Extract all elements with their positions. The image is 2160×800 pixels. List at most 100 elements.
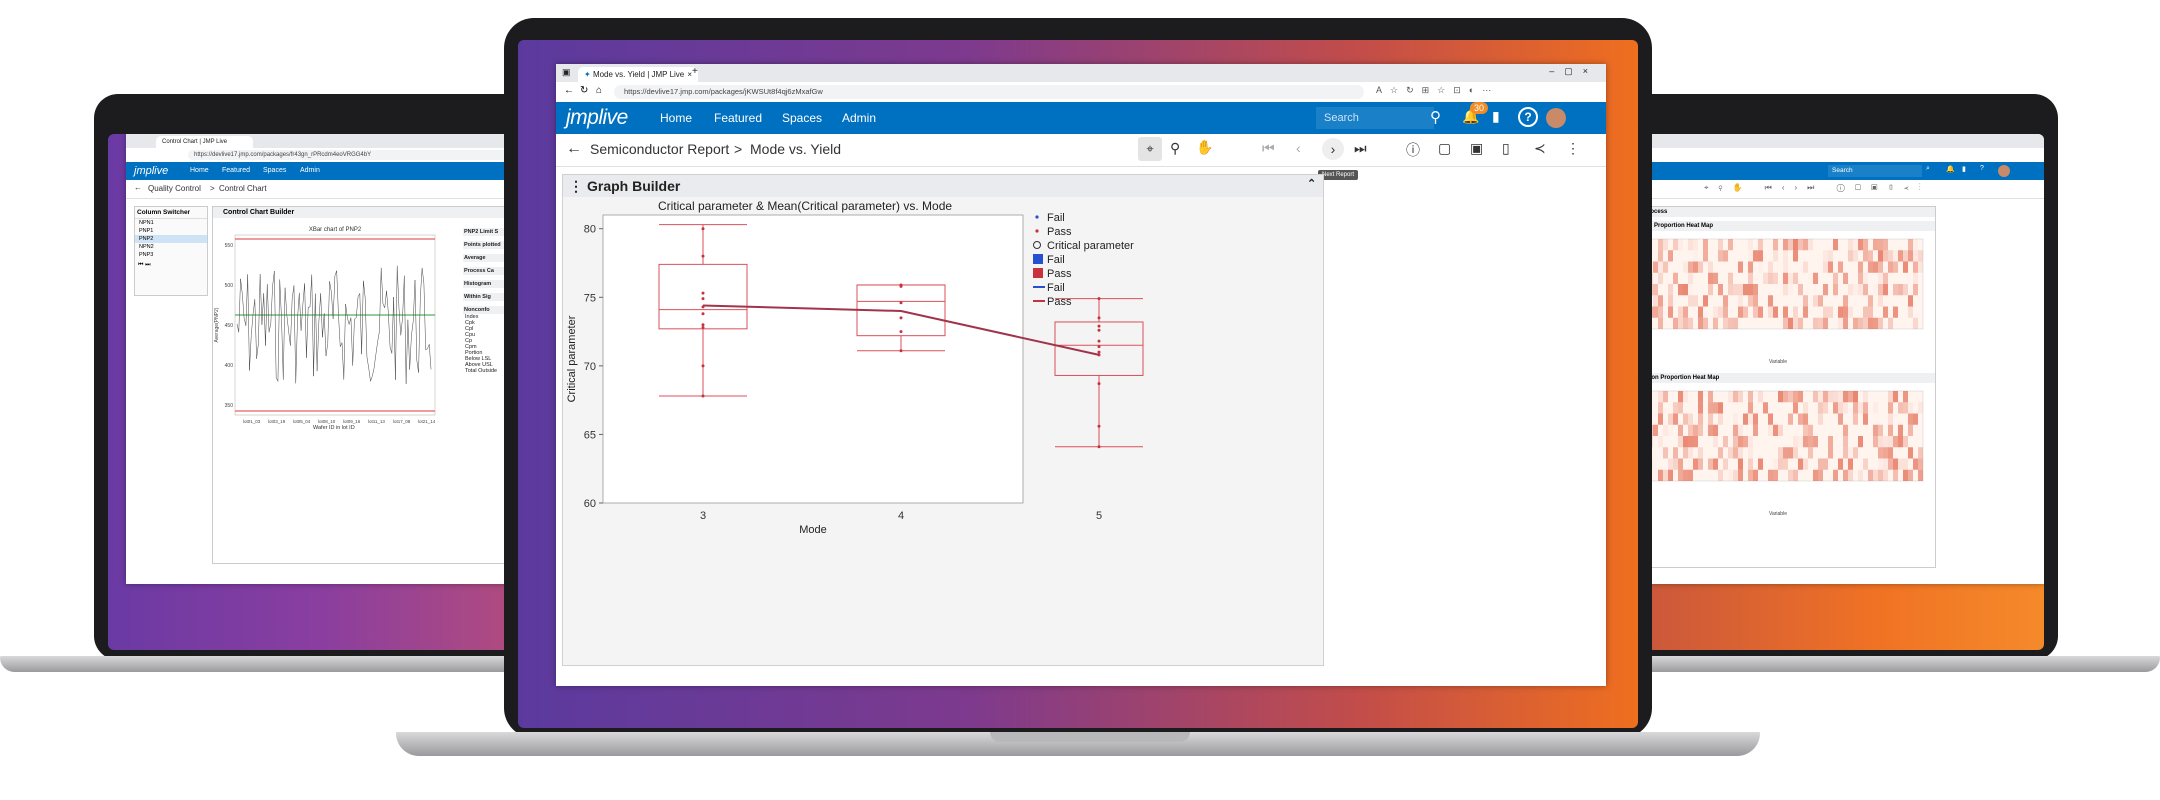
right-avatar[interactable] <box>1998 165 2010 177</box>
column-list-item[interactable]: PNP2 <box>135 235 207 243</box>
heatmap-cell <box>1688 436 1693 448</box>
browser-back-icon[interactable]: ← <box>564 85 574 96</box>
search-icon[interactable]: ⚲ <box>1430 108 1441 126</box>
heatmap-cell <box>1743 413 1748 425</box>
heatmap-cell <box>1708 261 1713 273</box>
search-input[interactable]: Search <box>1316 107 1434 129</box>
left-laptop-lid: Control Chart | JMP Live https://devlive… <box>94 94 534 660</box>
next-report-icon[interactable]: › <box>1322 138 1344 160</box>
right-search-icon[interactable]: ⌕ <box>1926 165 1930 173</box>
column-switcher-controls[interactable]: ⏮ ⏭ <box>138 262 204 269</box>
user-avatar[interactable] <box>1546 108 1566 128</box>
heatmap-cell <box>1693 458 1698 470</box>
present-icon[interactable]: ▣ <box>1470 140 1483 157</box>
left-breadcrumb-parent[interactable]: Quality Control <box>148 184 201 193</box>
panel-menu-icon[interactable]: ⋮ <box>569 178 583 195</box>
heatmap-cell <box>1723 458 1728 470</box>
y-tick-label: 60 <box>584 498 596 510</box>
heatmap-cell <box>1708 424 1713 436</box>
zoom-icon[interactable]: ⚲ <box>1170 140 1180 157</box>
left-nav-featured[interactable]: Featured <box>222 167 250 174</box>
heatmap-cell <box>1793 447 1798 459</box>
heatmap-cell <box>1683 284 1688 296</box>
heatmap-cell <box>1913 272 1918 284</box>
heatmap-cell <box>1808 273 1813 284</box>
browser-extension-icons[interactable]: A☆↻⊞☆⊡◐⋯ <box>1376 85 1499 96</box>
heatmap-cell <box>1873 402 1878 414</box>
heatmap-cell <box>1898 284 1903 296</box>
xbar-x-tick-label: lot03_19 <box>268 419 286 424</box>
info-icon[interactable]: ⓘ <box>1406 140 1420 160</box>
bookmarks-icon[interactable]: ▮ <box>1492 108 1500 125</box>
last-report-icon[interactable]: ⏭ <box>1354 140 1367 157</box>
hand-tool-icon[interactable]: ✋ <box>1196 139 1213 156</box>
left-back-icon[interactable]: ← <box>134 183 142 192</box>
column-list-item[interactable]: PNP3 <box>135 251 207 259</box>
data-point <box>1097 382 1101 386</box>
heatmap-cell <box>1878 317 1883 329</box>
heatmap-cell <box>1738 458 1743 470</box>
more-icon[interactable]: ⋮ <box>1566 140 1580 157</box>
heatmap-cell <box>1663 391 1668 403</box>
window-controls[interactable]: –▢× <box>1549 66 1598 77</box>
heatmap-cell <box>1673 272 1678 284</box>
heatmap-cell <box>1688 459 1693 470</box>
heatmap-cell <box>1668 458 1673 470</box>
left-url-field[interactable]: https://devlive17.jmp.com/packages/fr43g… <box>188 150 530 160</box>
back-icon[interactable]: ← <box>566 140 582 158</box>
main-tab[interactable]: ✦ Mode vs. Yield | JMP Live × <box>578 67 698 82</box>
collapse-icon[interactable]: ⌃ <box>1307 177 1316 190</box>
column-list-item[interactable]: NPN1 <box>135 219 207 227</box>
data-point <box>1097 345 1101 349</box>
nav-home[interactable]: Home <box>660 111 692 125</box>
browser-home-icon[interactable]: ⌂ <box>596 85 602 96</box>
help-icon[interactable]: ? <box>1518 107 1538 127</box>
report-toolbar: ← Semiconductor Report > Mode vs. Yield … <box>556 134 1606 167</box>
right-top-nav: Search ⌕ 🔔 ▮ ? <box>1624 162 2044 180</box>
data-point <box>899 349 903 353</box>
heatmap-cell <box>1893 469 1898 481</box>
left-nav-home[interactable]: Home <box>190 167 209 174</box>
heatmap-cell <box>1823 306 1828 318</box>
comments-icon[interactable]: ▢ <box>1438 140 1451 157</box>
heatmap-cell <box>1883 306 1888 318</box>
heatmap-cell <box>1828 391 1833 403</box>
left-tab[interactable]: Control Chart | JMP Live <box>156 136 253 148</box>
first-report-icon[interactable]: ⏮ <box>1262 140 1275 157</box>
previous-report-icon[interactable]: ‹ <box>1296 140 1301 156</box>
right-notification-icon[interactable]: 🔔 <box>1946 165 1955 173</box>
new-tab-icon[interactable]: + <box>692 66 698 77</box>
data-point <box>1097 324 1101 328</box>
left-nav-admin[interactable]: Admin <box>300 167 320 174</box>
nav-admin[interactable]: Admin <box>842 111 876 125</box>
left-nav-spaces[interactable]: Spaces <box>263 167 286 174</box>
window-menu-icon[interactable]: ▣ <box>562 67 571 78</box>
left-browser-window: Control Chart | JMP Live https://devlive… <box>126 134 530 584</box>
heatmap-cell <box>1833 272 1838 284</box>
heatmap-cell <box>1753 295 1758 307</box>
right-toolbar-icons[interactable]: ⌖⚲✋ ⏮‹›⏭ ⓘ▢▣▯≺⋮ <box>1704 183 1931 193</box>
breadcrumb-parent[interactable]: Semiconductor Report <box>590 141 729 157</box>
selection-tool-icon[interactable]: ⌖ <box>1138 137 1162 161</box>
brand-logo[interactable]: jmplive <box>566 106 628 130</box>
heatmap-x-axis-label: Variable <box>1769 359 1787 365</box>
share-icon[interactable]: ≺ <box>1534 140 1546 157</box>
left-brand-logo[interactable]: jmplive <box>134 165 168 177</box>
nav-featured[interactable]: Featured <box>714 111 762 125</box>
bookmark-icon[interactable]: ▯ <box>1502 140 1510 157</box>
heatmap-cell <box>1783 436 1788 447</box>
column-list-item[interactable]: NPN2 <box>135 243 207 251</box>
heatmap-cell <box>1663 447 1668 459</box>
nav-spaces[interactable]: Spaces <box>782 111 822 125</box>
right-bookmark-icon[interactable]: ▮ <box>1962 165 1966 173</box>
main-url-field[interactable]: https://devlive17.jmp.com/packages/jKWSU… <box>614 85 1364 99</box>
spe-heatmap-title: SPE Contribution Proportion Heat Map <box>1624 373 1935 383</box>
right-search-input[interactable]: Search <box>1828 165 1922 177</box>
heatmap-cell <box>1768 469 1773 481</box>
right-help-icon[interactable]: ? <box>1980 165 1984 172</box>
browser-refresh-icon[interactable]: ↻ <box>580 85 588 96</box>
heatmap-cell <box>1843 447 1848 459</box>
column-list-item[interactable]: PNP1 <box>135 227 207 235</box>
heatmap-cell <box>1658 391 1663 403</box>
heatmap-cell <box>1683 317 1688 329</box>
